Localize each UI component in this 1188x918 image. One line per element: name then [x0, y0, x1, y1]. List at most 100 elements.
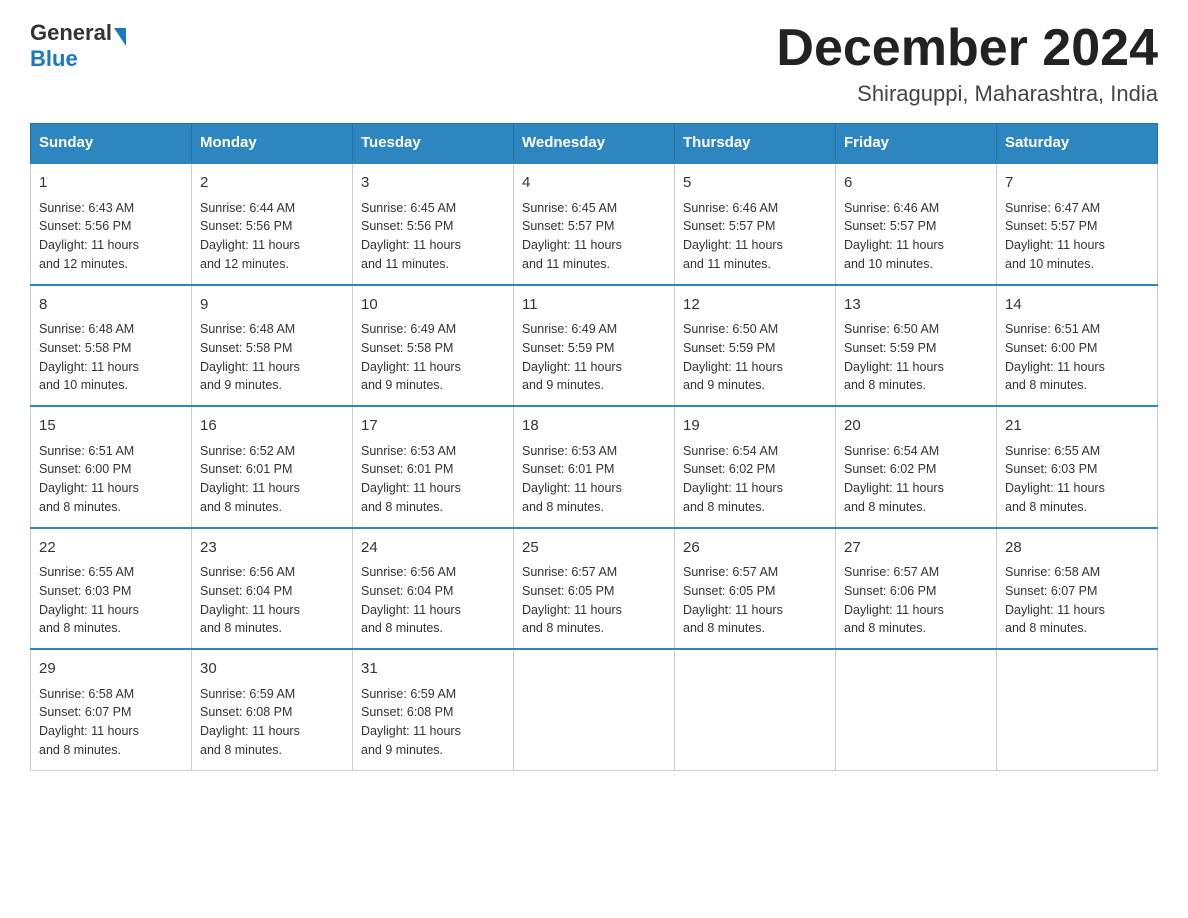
day-sunrise: Sunrise: 6:51 AM [39, 444, 134, 458]
page-header: General Blue December 2024 Shiraguppi, M… [30, 20, 1158, 107]
day-sunrise: Sunrise: 6:49 AM [522, 322, 617, 336]
day-sunrise: Sunrise: 6:56 AM [361, 565, 456, 579]
day-sunset: Sunset: 6:08 PM [361, 705, 453, 719]
calendar-week-row: 29 Sunrise: 6:58 AM Sunset: 6:07 PM Dayl… [31, 649, 1158, 770]
calendar-week-row: 22 Sunrise: 6:55 AM Sunset: 6:03 PM Dayl… [31, 528, 1158, 650]
day-sunset: Sunset: 5:58 PM [39, 341, 131, 355]
day-sunrise: Sunrise: 6:57 AM [683, 565, 778, 579]
day-sunrise: Sunrise: 6:55 AM [39, 565, 134, 579]
calendar-cell: 28 Sunrise: 6:58 AM Sunset: 6:07 PM Dayl… [997, 528, 1158, 650]
day-daylight: Daylight: 11 hoursand 8 minutes. [200, 481, 300, 514]
calendar-cell: 21 Sunrise: 6:55 AM Sunset: 6:03 PM Dayl… [997, 406, 1158, 528]
day-sunset: Sunset: 6:02 PM [683, 462, 775, 476]
calendar-cell: 6 Sunrise: 6:46 AM Sunset: 5:57 PM Dayli… [836, 163, 997, 285]
calendar-cell: 7 Sunrise: 6:47 AM Sunset: 5:57 PM Dayli… [997, 163, 1158, 285]
day-sunrise: Sunrise: 6:57 AM [522, 565, 617, 579]
calendar-cell: 19 Sunrise: 6:54 AM Sunset: 6:02 PM Dayl… [675, 406, 836, 528]
day-sunset: Sunset: 5:59 PM [683, 341, 775, 355]
day-daylight: Daylight: 11 hoursand 10 minutes. [1005, 238, 1105, 271]
calendar-cell: 14 Sunrise: 6:51 AM Sunset: 6:00 PM Dayl… [997, 285, 1158, 407]
calendar-cell: 13 Sunrise: 6:50 AM Sunset: 5:59 PM Dayl… [836, 285, 997, 407]
calendar-cell: 20 Sunrise: 6:54 AM Sunset: 6:02 PM Dayl… [836, 406, 997, 528]
title-area: December 2024 Shiraguppi, Maharashtra, I… [776, 20, 1158, 107]
day-number: 2 [200, 172, 344, 195]
calendar-week-row: 1 Sunrise: 6:43 AM Sunset: 5:56 PM Dayli… [31, 163, 1158, 285]
day-sunrise: Sunrise: 6:56 AM [200, 565, 295, 579]
day-sunset: Sunset: 5:58 PM [361, 341, 453, 355]
day-header-monday: Monday [192, 124, 353, 163]
calendar-cell: 22 Sunrise: 6:55 AM Sunset: 6:03 PM Dayl… [31, 528, 192, 650]
logo: General Blue [30, 20, 126, 72]
day-sunrise: Sunrise: 6:54 AM [844, 444, 939, 458]
location-title: Shiraguppi, Maharashtra, India [776, 81, 1158, 107]
day-sunrise: Sunrise: 6:52 AM [200, 444, 295, 458]
calendar-cell: 16 Sunrise: 6:52 AM Sunset: 6:01 PM Dayl… [192, 406, 353, 528]
calendar-cell: 25 Sunrise: 6:57 AM Sunset: 6:05 PM Dayl… [514, 528, 675, 650]
day-daylight: Daylight: 11 hoursand 8 minutes. [361, 603, 461, 636]
day-number: 26 [683, 537, 827, 560]
calendar-cell: 26 Sunrise: 6:57 AM Sunset: 6:05 PM Dayl… [675, 528, 836, 650]
day-daylight: Daylight: 11 hoursand 8 minutes. [200, 603, 300, 636]
day-sunrise: Sunrise: 6:45 AM [361, 201, 456, 215]
day-header-sunday: Sunday [31, 124, 192, 163]
day-daylight: Daylight: 11 hoursand 8 minutes. [200, 724, 300, 757]
day-number: 18 [522, 415, 666, 438]
day-number: 12 [683, 294, 827, 317]
day-sunrise: Sunrise: 6:50 AM [683, 322, 778, 336]
day-number: 8 [39, 294, 183, 317]
day-sunrise: Sunrise: 6:48 AM [39, 322, 134, 336]
day-sunset: Sunset: 5:59 PM [844, 341, 936, 355]
day-daylight: Daylight: 11 hoursand 9 minutes. [683, 360, 783, 393]
day-sunset: Sunset: 5:58 PM [200, 341, 292, 355]
day-daylight: Daylight: 11 hoursand 8 minutes. [1005, 603, 1105, 636]
day-sunrise: Sunrise: 6:44 AM [200, 201, 295, 215]
day-header-wednesday: Wednesday [514, 124, 675, 163]
day-sunrise: Sunrise: 6:58 AM [1005, 565, 1100, 579]
day-number: 16 [200, 415, 344, 438]
day-number: 22 [39, 537, 183, 560]
calendar-cell: 9 Sunrise: 6:48 AM Sunset: 5:58 PM Dayli… [192, 285, 353, 407]
day-sunset: Sunset: 5:56 PM [200, 219, 292, 233]
logo-blue-text: Blue [30, 46, 78, 72]
day-sunrise: Sunrise: 6:47 AM [1005, 201, 1100, 215]
day-number: 11 [522, 294, 666, 317]
day-sunset: Sunset: 6:00 PM [1005, 341, 1097, 355]
day-daylight: Daylight: 11 hoursand 8 minutes. [39, 603, 139, 636]
day-sunset: Sunset: 6:05 PM [522, 584, 614, 598]
day-sunset: Sunset: 6:08 PM [200, 705, 292, 719]
day-sunrise: Sunrise: 6:50 AM [844, 322, 939, 336]
day-number: 7 [1005, 172, 1149, 195]
day-sunset: Sunset: 6:04 PM [200, 584, 292, 598]
day-sunrise: Sunrise: 6:49 AM [361, 322, 456, 336]
day-daylight: Daylight: 11 hoursand 9 minutes. [361, 360, 461, 393]
day-number: 23 [200, 537, 344, 560]
day-sunset: Sunset: 5:57 PM [522, 219, 614, 233]
calendar-cell [675, 649, 836, 770]
day-number: 21 [1005, 415, 1149, 438]
day-sunset: Sunset: 5:57 PM [1005, 219, 1097, 233]
day-number: 15 [39, 415, 183, 438]
day-header-thursday: Thursday [675, 124, 836, 163]
calendar-cell: 10 Sunrise: 6:49 AM Sunset: 5:58 PM Dayl… [353, 285, 514, 407]
day-sunrise: Sunrise: 6:48 AM [200, 322, 295, 336]
month-title: December 2024 [776, 20, 1158, 77]
day-daylight: Daylight: 11 hoursand 9 minutes. [200, 360, 300, 393]
day-sunset: Sunset: 6:01 PM [522, 462, 614, 476]
day-number: 30 [200, 658, 344, 681]
day-sunset: Sunset: 6:07 PM [1005, 584, 1097, 598]
day-sunset: Sunset: 6:03 PM [1005, 462, 1097, 476]
day-daylight: Daylight: 11 hoursand 9 minutes. [522, 360, 622, 393]
day-sunset: Sunset: 5:56 PM [39, 219, 131, 233]
day-sunset: Sunset: 6:02 PM [844, 462, 936, 476]
calendar-cell [997, 649, 1158, 770]
day-daylight: Daylight: 11 hoursand 8 minutes. [522, 603, 622, 636]
day-daylight: Daylight: 11 hoursand 8 minutes. [39, 724, 139, 757]
day-number: 1 [39, 172, 183, 195]
calendar-cell [836, 649, 997, 770]
day-sunset: Sunset: 6:05 PM [683, 584, 775, 598]
calendar-cell: 17 Sunrise: 6:53 AM Sunset: 6:01 PM Dayl… [353, 406, 514, 528]
day-daylight: Daylight: 11 hoursand 8 minutes. [683, 603, 783, 636]
day-sunset: Sunset: 5:56 PM [361, 219, 453, 233]
calendar-cell: 31 Sunrise: 6:59 AM Sunset: 6:08 PM Dayl… [353, 649, 514, 770]
day-daylight: Daylight: 11 hoursand 8 minutes. [844, 603, 944, 636]
